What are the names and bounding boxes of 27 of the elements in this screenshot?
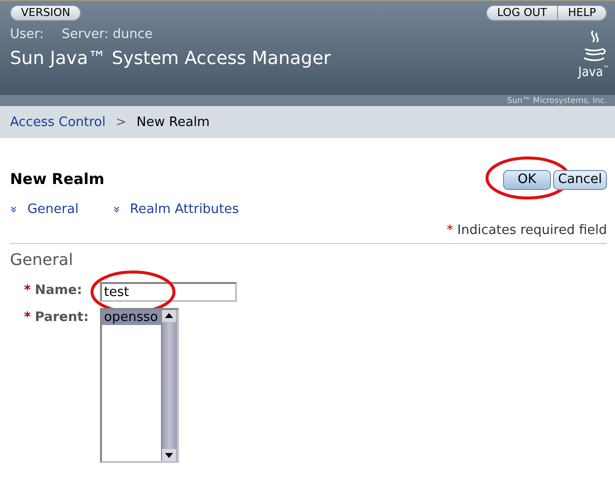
list-option[interactable]: opensso [102,310,161,325]
breadcrumb-link[interactable]: Access Control [10,114,106,130]
scroll-up-icon [162,310,176,322]
breadcrumb-separator: > [116,114,127,130]
logout-button[interactable]: LOG OUT [486,5,558,21]
name-field[interactable]: test [100,282,237,302]
scroll-down-icon [162,449,176,461]
logo-text: Java [578,65,603,80]
scrollbar[interactable] [161,310,177,461]
required-mark: * [24,310,31,325]
help-button[interactable]: HELP [558,5,607,21]
server-label: Server: dunce [62,27,153,42]
parent-listbox[interactable]: opensso [100,308,179,463]
required-mark: * [446,222,454,238]
cancel-button[interactable]: Cancel [552,170,607,190]
ok-button[interactable]: OK [502,170,551,190]
required-note: Indicates required field [457,222,607,238]
company-name: Sun™ Microsystems, Inc. [507,96,607,105]
version-button[interactable]: VERSION [10,5,82,21]
page-title: New Realm [10,170,104,188]
field-label: Parent: [34,310,89,325]
breadcrumb-current: New Realm [136,114,210,130]
section-title: General [10,250,74,268]
product-title: Sun Java™ System Access Manager [10,48,331,69]
field-label: Name: [34,282,82,298]
required-mark: * [24,282,31,298]
user-label: User: [10,27,44,42]
